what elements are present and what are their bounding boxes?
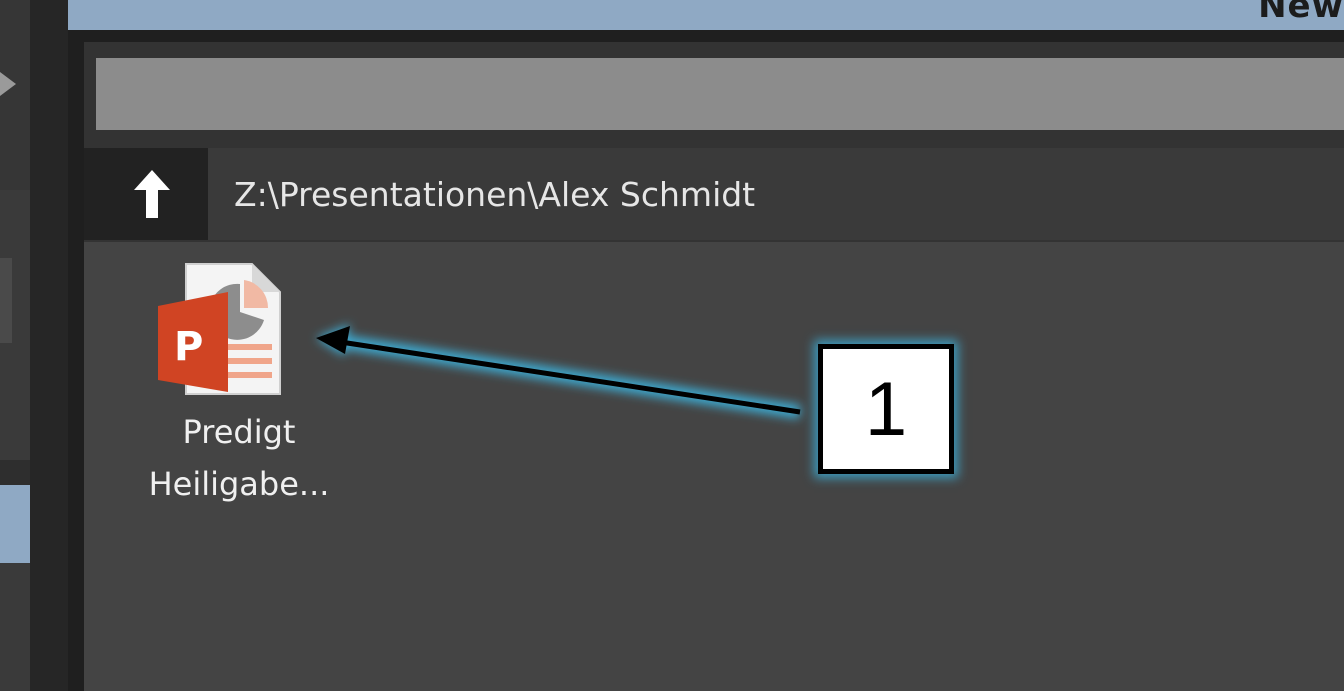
powerpoint-file-icon: P bbox=[158, 263, 281, 395]
up-folder-button[interactable] bbox=[96, 148, 208, 240]
expand-arrow-icon[interactable] bbox=[0, 72, 16, 96]
file-name-line2: Heiligabe... bbox=[148, 465, 330, 503]
file-browser-body: Z:\Presentationen\Alex Schmidt P Predigt… bbox=[84, 42, 1344, 691]
sidebar-section-bottom bbox=[0, 563, 30, 691]
file-name-line1: Predigt bbox=[182, 413, 296, 451]
path-text: Z:\Presentationen\Alex Schmidt bbox=[234, 174, 756, 214]
file-browser-panel: New Z:\Presentationen\Alex Schmidt P Pre… bbox=[68, 0, 1344, 691]
left-sidebar bbox=[0, 0, 30, 691]
file-list-area: P Predigt Heiligabe... bbox=[84, 242, 1344, 691]
arrow-up-icon bbox=[134, 170, 170, 218]
file-item[interactable]: P Predigt Heiligabe... bbox=[104, 254, 354, 503]
app-window: New Z:\Presentationen\Alex Schmidt P Pre… bbox=[0, 0, 1344, 691]
panel-title: New bbox=[1258, 0, 1344, 26]
path-field[interactable]: Z:\Presentationen\Alex Schmidt bbox=[208, 148, 1344, 240]
toolbar-bar bbox=[96, 58, 1344, 130]
panel-title-bar: New bbox=[68, 0, 1344, 30]
file-name: Predigt Heiligabe... bbox=[104, 406, 374, 510]
svg-text:P: P bbox=[174, 324, 203, 370]
callout-number: 1 bbox=[864, 366, 908, 452]
navigation-row: Z:\Presentationen\Alex Schmidt bbox=[84, 148, 1344, 240]
panel-divider bbox=[30, 0, 68, 691]
sidebar-selected-item[interactable] bbox=[0, 485, 30, 563]
annotation-callout: 1 bbox=[818, 344, 954, 474]
sidebar-scrollbar[interactable] bbox=[0, 258, 12, 343]
